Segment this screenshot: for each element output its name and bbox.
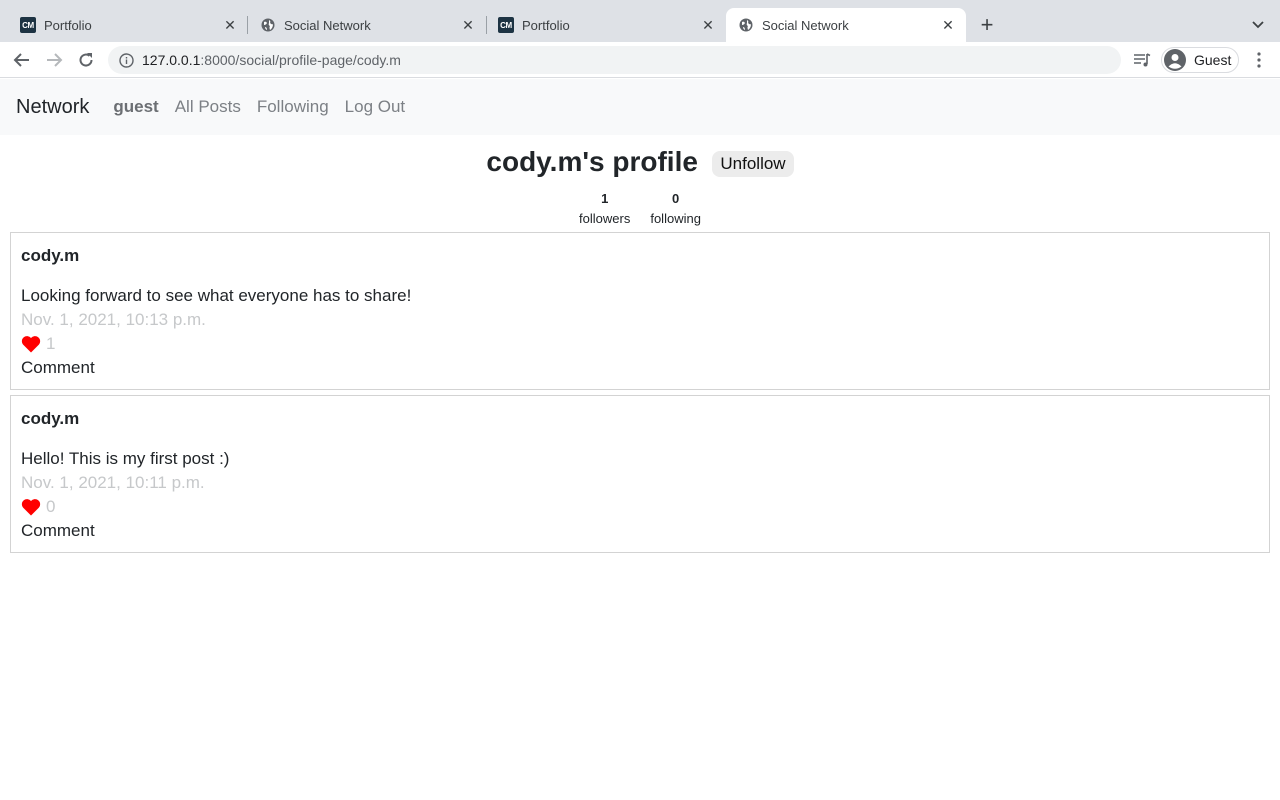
post-author-link[interactable]: cody.m — [21, 244, 1259, 268]
forward-button[interactable] — [40, 46, 68, 74]
heart-icon[interactable] — [21, 498, 41, 516]
post-timestamp: Nov. 1, 2021, 10:13 p.m. — [21, 310, 206, 329]
post-likes: 0 — [21, 495, 1259, 519]
browser-tab-social-network-active[interactable]: Social Network ✕ — [726, 8, 966, 42]
cm-logo-icon: CM — [20, 17, 36, 33]
kebab-menu-icon[interactable] — [1248, 48, 1270, 72]
tab-search-chevron-icon[interactable] — [1246, 14, 1270, 36]
avatar-icon — [1164, 49, 1186, 71]
cm-logo-icon: CM — [498, 17, 514, 33]
browser-tab-social-network-1[interactable]: Social Network ✕ — [248, 8, 486, 42]
url-host: 127.0.0.1 — [142, 52, 201, 68]
browser-tab-strip: CM Portfolio ✕ Social Network ✕ CM Portf… — [0, 0, 1280, 42]
followers-stat: 1 followers — [579, 190, 630, 226]
tab-title: Social Network — [284, 17, 371, 33]
nav-all-posts-link[interactable]: All Posts — [167, 97, 249, 117]
browser-toolbar: 127.0.0.1:8000/social/profile-page/cody.… — [0, 42, 1280, 78]
nav-following-link[interactable]: Following — [249, 97, 337, 117]
url-path: :8000/social/profile-page/cody.m — [200, 52, 401, 68]
globe-icon — [738, 17, 754, 33]
like-count: 1 — [46, 334, 56, 353]
post-content: Looking forward to see what everyone has… — [21, 286, 412, 305]
browser-tab-portfolio-2[interactable]: CM Portfolio ✕ — [486, 8, 726, 42]
profile-button[interactable]: Guest — [1161, 47, 1239, 73]
post-timestamp: Nov. 1, 2021, 10:11 p.m. — [21, 473, 205, 492]
page-title: cody.m's profile — [486, 146, 698, 177]
like-count: 0 — [46, 497, 56, 516]
browser-tab-portfolio-1[interactable]: CM Portfolio ✕ — [8, 8, 248, 42]
address-bar[interactable]: 127.0.0.1:8000/social/profile-page/cody.… — [108, 46, 1121, 74]
profile-stats: 1 followers 0 following — [0, 190, 1280, 226]
back-arrow-icon — [13, 53, 29, 67]
close-tab-icon[interactable]: ✕ — [222, 17, 238, 33]
post-card: cody.m Hello! This is my first post :) N… — [10, 395, 1270, 553]
reload-icon — [79, 53, 93, 67]
media-control-icon[interactable] — [1130, 48, 1154, 72]
following-stat: 0 following — [650, 190, 701, 226]
post-content: Hello! This is my first post :) — [21, 449, 230, 468]
followers-label: followers — [579, 211, 631, 226]
site-info-icon[interactable] — [118, 52, 134, 68]
tab-title: Portfolio — [44, 17, 92, 33]
following-count: 0 — [672, 191, 680, 206]
post-author-link[interactable]: cody.m — [21, 407, 1259, 431]
close-tab-icon[interactable]: ✕ — [940, 17, 956, 33]
profile-header: cody.m's profile Unfollow — [0, 146, 1280, 178]
heart-icon[interactable] — [21, 335, 41, 353]
globe-icon — [260, 17, 276, 33]
post-likes: 1 — [21, 332, 1259, 356]
site-navbar: Network guest All Posts Following Log Ou… — [0, 79, 1280, 135]
unfollow-button[interactable]: Unfollow — [712, 151, 794, 177]
comment-link[interactable]: Comment — [21, 519, 1259, 543]
comment-link[interactable]: Comment — [21, 356, 1259, 380]
post-card: cody.m Looking forward to see what every… — [10, 232, 1270, 390]
new-tab-button[interactable]: + — [974, 12, 1000, 38]
close-tab-icon[interactable]: ✕ — [700, 17, 716, 33]
tab-title: Portfolio — [522, 17, 570, 33]
tab-title: Social Network — [762, 17, 849, 33]
forward-arrow-icon — [47, 53, 63, 67]
followers-count: 1 — [601, 191, 609, 206]
back-button[interactable] — [8, 46, 36, 74]
close-tab-icon[interactable]: ✕ — [460, 17, 476, 33]
following-label: following — [650, 211, 701, 226]
profile-label: Guest — [1194, 52, 1232, 68]
nav-user-link[interactable]: guest — [105, 97, 166, 117]
brand-link[interactable]: Network — [16, 96, 89, 119]
nav-logout-link[interactable]: Log Out — [337, 97, 414, 117]
reload-button[interactable] — [72, 46, 100, 74]
